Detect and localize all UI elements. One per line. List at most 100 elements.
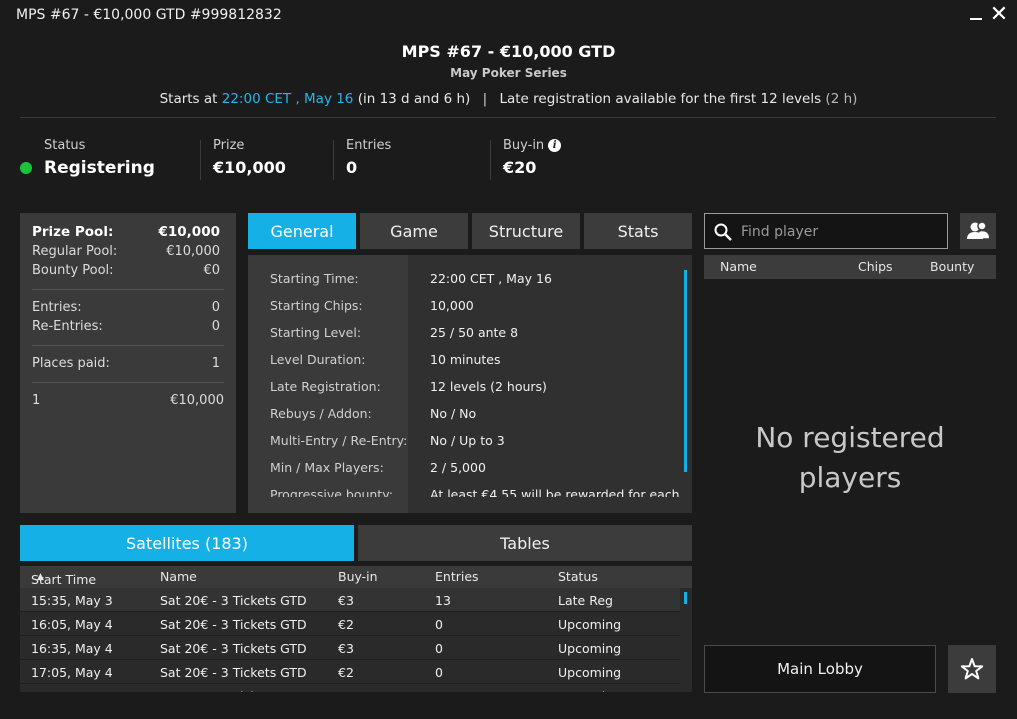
tab-structure[interactable]: Structure xyxy=(472,213,580,249)
buyin-value: €20 xyxy=(503,158,537,177)
cell-start: 16:35, May 4 xyxy=(31,641,113,656)
col-name[interactable]: Name xyxy=(160,569,197,584)
col-entries[interactable]: Entries xyxy=(435,569,479,584)
cell-buyin: €3 xyxy=(338,641,354,656)
satellites-scrollbar[interactable] xyxy=(684,592,687,604)
info-icon[interactable]: i xyxy=(548,139,562,152)
prize-value: €10,000 xyxy=(213,158,286,177)
window-title: MPS #67 - €10,000 GTD #999812832 xyxy=(16,7,282,23)
col-chips[interactable]: Chips xyxy=(858,259,893,274)
general-row-label: Multi-Entry / Re-Entry: xyxy=(270,433,408,448)
cell-entries: 0 xyxy=(435,617,443,632)
cell-status: Upcoming xyxy=(558,665,622,680)
row-label: Entries: xyxy=(32,300,82,315)
series-name: May Poker Series xyxy=(450,66,567,80)
start-info: Starts at 22:00 CET , May 16 (in 13 d an… xyxy=(0,91,1017,107)
sort-asc-icon: ▲ xyxy=(37,572,44,582)
find-player-input[interactable] xyxy=(741,222,941,242)
table-row[interactable]: 15:35, May 3 Sat 20€ - 3 Tickets GTD €3 13 L… xyxy=(20,588,680,612)
divider xyxy=(333,140,334,180)
general-row-value: At least €4.55 will be rewarded for each xyxy=(430,487,680,497)
players-filter-button[interactable] xyxy=(960,213,996,249)
table-row[interactable]: 16:05, May 4 Sat 20€ - 3 Tickets GTD €2 0 Up… xyxy=(20,612,680,636)
cell-start: 16:05, May 4 xyxy=(31,617,113,632)
cell-entries: 0 xyxy=(435,689,443,692)
divider xyxy=(490,140,491,180)
row-label: Regular Pool: xyxy=(32,244,118,259)
general-scrollbar[interactable] xyxy=(684,270,687,472)
table-row[interactable]: 16:35, May 4 Sat 20€ - 3 Tickets GTD €3 0 Up… xyxy=(20,636,680,660)
close-button[interactable]: ✕ xyxy=(988,2,1010,28)
col-bounty[interactable]: Bounty xyxy=(930,259,974,274)
status-indicator-icon xyxy=(20,162,32,174)
prize-label: Prize xyxy=(213,138,245,153)
row-value: 0 xyxy=(211,300,220,315)
cell-buyin: €3 xyxy=(338,593,354,608)
row-value: 1 xyxy=(211,356,220,371)
late-reg-text: Late registration available for the firs… xyxy=(499,91,822,107)
general-row-label: Progressive bounty: xyxy=(270,487,393,497)
status-value: Registering xyxy=(44,158,155,178)
row-label: Places paid: xyxy=(32,356,110,371)
star-icon xyxy=(960,658,984,680)
cell-name: Sat 20€ - 3 Tickets GTD xyxy=(160,617,307,632)
row-label: Bounty Pool: xyxy=(32,263,114,278)
general-row-value: 12 levels (2 hours) xyxy=(430,379,547,394)
tab-stats[interactable]: Stats xyxy=(584,213,692,249)
main-lobby-button[interactable]: Main Lobby xyxy=(704,645,936,693)
prize-pool-row: Prize Pool: €10,000 xyxy=(32,224,220,240)
satellites-table-body[interactable]: 15:35, May 3 Sat 20€ - 3 Tickets GTD €3 13 L… xyxy=(20,588,692,692)
buyin-label-wrap: Buy-in i xyxy=(503,138,562,153)
entries-label: Entries xyxy=(346,138,392,153)
close-icon: ✕ xyxy=(989,2,1009,27)
cell-status: Upcoming xyxy=(558,689,621,692)
header-divider xyxy=(20,117,996,118)
general-row-label: Level Duration: xyxy=(270,352,366,367)
minimize-button[interactable] xyxy=(966,3,986,27)
col-status[interactable]: Status xyxy=(558,569,598,584)
empty-players-message: No registered players xyxy=(704,418,996,498)
general-row-label: Min / Max Players: xyxy=(270,460,384,475)
cell-entries: 0 xyxy=(435,641,443,656)
tab-tables[interactable]: Tables xyxy=(358,525,692,561)
general-row-label: Rebuys / Addon: xyxy=(270,406,372,421)
table-row[interactable]: 17:35, May 4 Sat 20€ - 3 Tickets GTD €3 0 Up… xyxy=(20,684,680,692)
cell-status: Late Reg xyxy=(558,593,613,608)
late-reg-duration: (2 h) xyxy=(825,91,858,107)
regular-pool-row: Regular Pool: €10,000 xyxy=(32,244,220,259)
row-label: Re-Entries: xyxy=(32,319,103,334)
empty-line: No registered xyxy=(755,421,945,454)
cell-buyin: €2 xyxy=(338,665,354,680)
general-row-value: 2 / 5,000 xyxy=(430,460,486,475)
cell-status: Upcoming xyxy=(558,641,622,656)
general-row-value: 10 minutes xyxy=(430,352,501,367)
tab-satellites[interactable]: Satellites (183) xyxy=(20,525,354,561)
cell-buyin: €3 xyxy=(338,689,354,692)
general-row-label: Late Registration: xyxy=(270,379,381,394)
bounty-pool-row: Bounty Pool: €0 xyxy=(32,263,220,278)
users-icon xyxy=(967,221,989,239)
col-name[interactable]: Name xyxy=(720,259,757,274)
divider: | xyxy=(482,91,488,107)
col-buyin[interactable]: Buy-in xyxy=(338,569,378,584)
table-row[interactable]: 17:05, May 4 Sat 20€ - 3 Tickets GTD €2 0 Up… xyxy=(20,660,680,684)
cell-start: 17:05, May 4 xyxy=(31,665,113,680)
cell-status: Upcoming xyxy=(558,617,622,632)
tab-game[interactable]: Game xyxy=(360,213,468,249)
start-time-link[interactable]: 22:00 CET , May 16 xyxy=(222,91,354,107)
find-player-box[interactable] xyxy=(704,213,948,249)
cell-name: Sat 20€ - 3 Tickets GTD xyxy=(160,689,307,692)
row-label: 1 xyxy=(32,393,41,408)
tab-general[interactable]: General xyxy=(248,213,356,249)
empty-line: players xyxy=(798,461,902,494)
general-row-value: No / Up to 3 xyxy=(430,433,505,448)
favorite-button[interactable] xyxy=(948,645,996,693)
players-table-header: Name Chips Bounty xyxy=(704,255,996,279)
row-value: 0 xyxy=(211,319,220,334)
divider xyxy=(32,289,224,290)
row-value: €0 xyxy=(203,263,220,278)
divider xyxy=(200,140,201,180)
row-label: Prize Pool: xyxy=(32,224,114,240)
cell-buyin: €2 xyxy=(338,617,354,632)
starts-prefix: Starts at xyxy=(159,91,218,107)
